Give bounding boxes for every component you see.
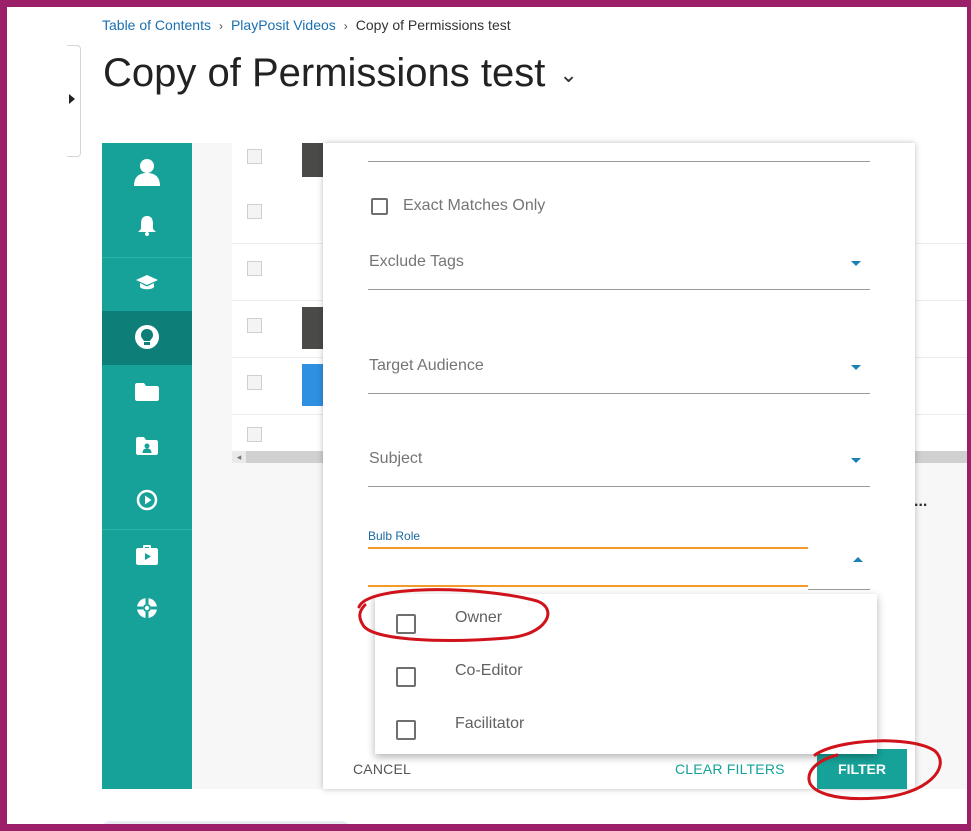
page-title: Copy of Permissions test ⌄ [103, 51, 578, 96]
sidebar-collapse-handle[interactable] [67, 45, 81, 157]
facilitator-checkbox[interactable] [396, 720, 416, 740]
row-checkbox[interactable] [247, 318, 262, 333]
target-audience-select[interactable]: Target Audience [368, 353, 870, 394]
folder-icon [135, 383, 159, 401]
sidebar-item-notifications[interactable] [102, 201, 192, 251]
video-thumbnail [302, 143, 324, 177]
video-thumbnail [302, 364, 324, 406]
option-label: Co-Editor [455, 662, 523, 679]
sidebar-item-help[interactable] [102, 583, 192, 633]
sidebar-item-shared-folders[interactable] [102, 421, 192, 471]
bell-icon [138, 216, 156, 236]
bulb-role-label: Bulb Role [368, 529, 421, 543]
help-ring-icon [137, 598, 157, 618]
sidebar-item-premium[interactable] [102, 529, 192, 580]
sidebar-item-profile[interactable] [102, 147, 192, 197]
triangle-right-icon [69, 94, 75, 104]
exact-matches-label: Exact Matches Only [403, 197, 546, 214]
screenshot-frame: Table of Contents › PlayPosit Videos › Copy … [0, 0, 971, 831]
caret-up-icon[interactable] [853, 557, 863, 562]
bulb-role-dropdown: Owner Co-Editor Facilitator [375, 594, 877, 754]
breadcrumb-table-of-contents[interactable]: Table of Contents [102, 17, 211, 33]
subject-select[interactable]: Subject [368, 446, 870, 487]
user-icon [134, 159, 160, 186]
play-circle-icon [136, 489, 158, 511]
co-editor-checkbox[interactable] [396, 667, 416, 687]
exact-matches-option[interactable]: Exact Matches Only [371, 197, 545, 215]
breadcrumb-separator-icon: › [218, 19, 223, 33]
bulb-role-option-owner[interactable]: Owner [375, 594, 877, 647]
bulb-role-focus-line [368, 547, 808, 549]
sidebar-item-folders[interactable] [102, 367, 192, 417]
row-checkbox[interactable] [247, 427, 262, 442]
clear-filters-button[interactable]: CLEAR FILTERS [675, 761, 785, 777]
chevron-down-icon[interactable]: ⌄ [559, 62, 577, 87]
subject-label: Subject [369, 450, 423, 467]
scroll-left-icon[interactable]: ◂ [232, 451, 246, 463]
exclude-tags-label: Exclude Tags [369, 253, 464, 270]
row-checkbox[interactable] [247, 204, 262, 219]
sidebar-item-courses[interactable] [102, 257, 192, 308]
search-field-underline [368, 161, 870, 162]
option-label: Owner [455, 609, 503, 626]
breadcrumb-current: Copy of Permissions test [355, 17, 511, 33]
shared-folder-icon [136, 437, 158, 455]
caret-down-icon [851, 365, 861, 370]
video-thumbnail [302, 307, 324, 349]
lightbulb-icon [135, 325, 159, 349]
row-checkbox[interactable] [247, 261, 262, 276]
page-title-text: Copy of Permissions test [103, 51, 546, 95]
option-label: Facilitator [455, 715, 525, 732]
exact-matches-checkbox[interactable] [371, 197, 388, 215]
bottom-bar [102, 821, 350, 824]
sidebar-item-videos[interactable] [102, 475, 192, 525]
caret-down-icon [851, 261, 861, 266]
bulb-role-underline [808, 589, 870, 590]
row-checkbox[interactable] [247, 149, 262, 164]
cancel-button[interactable]: CANCEL [353, 761, 411, 777]
target-audience-label: Target Audience [369, 357, 484, 374]
sidebar [102, 143, 192, 789]
filter-button[interactable]: FILTER [817, 749, 907, 789]
owner-checkbox[interactable] [396, 614, 416, 634]
caret-down-icon [851, 458, 861, 463]
bulb-role-option-facilitator[interactable]: Facilitator [375, 700, 877, 753]
breadcrumb: Table of Contents › PlayPosit Videos › Copy … [102, 17, 511, 33]
more-options-icon[interactable]: ... [914, 493, 927, 511]
briefcase-play-icon [136, 545, 158, 565]
graduation-cap-icon [136, 275, 158, 290]
bulb-role-focus-underline [368, 585, 808, 587]
breadcrumb-separator-icon: › [343, 19, 348, 33]
bulb-role-option-co-editor[interactable]: Co-Editor [375, 647, 877, 700]
exclude-tags-select[interactable]: Exclude Tags [368, 249, 870, 290]
breadcrumb-playposit-videos[interactable]: PlayPosit Videos [231, 17, 336, 33]
sidebar-item-bulbs[interactable] [102, 311, 192, 365]
row-checkbox[interactable] [247, 375, 262, 390]
